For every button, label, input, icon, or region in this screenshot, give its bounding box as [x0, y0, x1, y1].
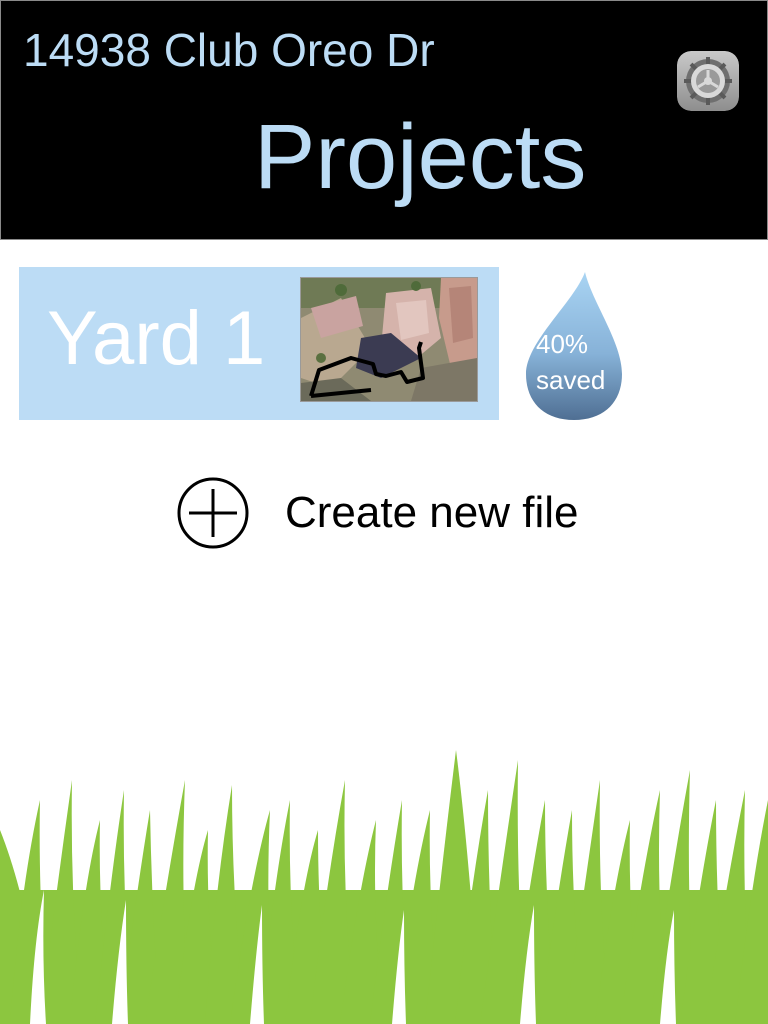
gear-icon — [677, 51, 739, 111]
address-label: 14938 Club Oreo Dr — [23, 24, 435, 76]
header-bar: 14938 Club Oreo Dr Projects — [0, 0, 768, 240]
create-new-file-button[interactable]: Create new file — [176, 476, 626, 550]
project-card-yard-1[interactable]: Yard 1 — [19, 267, 499, 420]
savings-percent: 40% — [536, 329, 589, 359]
settings-button[interactable] — [677, 51, 739, 111]
page-title: Projects — [254, 106, 587, 208]
water-savings-badge: 40% saved — [524, 272, 624, 422]
project-name: Yard 1 — [47, 296, 266, 381]
plus-circle-icon — [177, 477, 249, 549]
savings-text: 40% saved — [536, 326, 605, 398]
savings-label: saved — [536, 365, 606, 395]
create-new-file-label: Create new file — [285, 488, 579, 537]
aerial-yard-thumbnail — [300, 277, 478, 402]
grass-decoration — [0, 750, 768, 1024]
